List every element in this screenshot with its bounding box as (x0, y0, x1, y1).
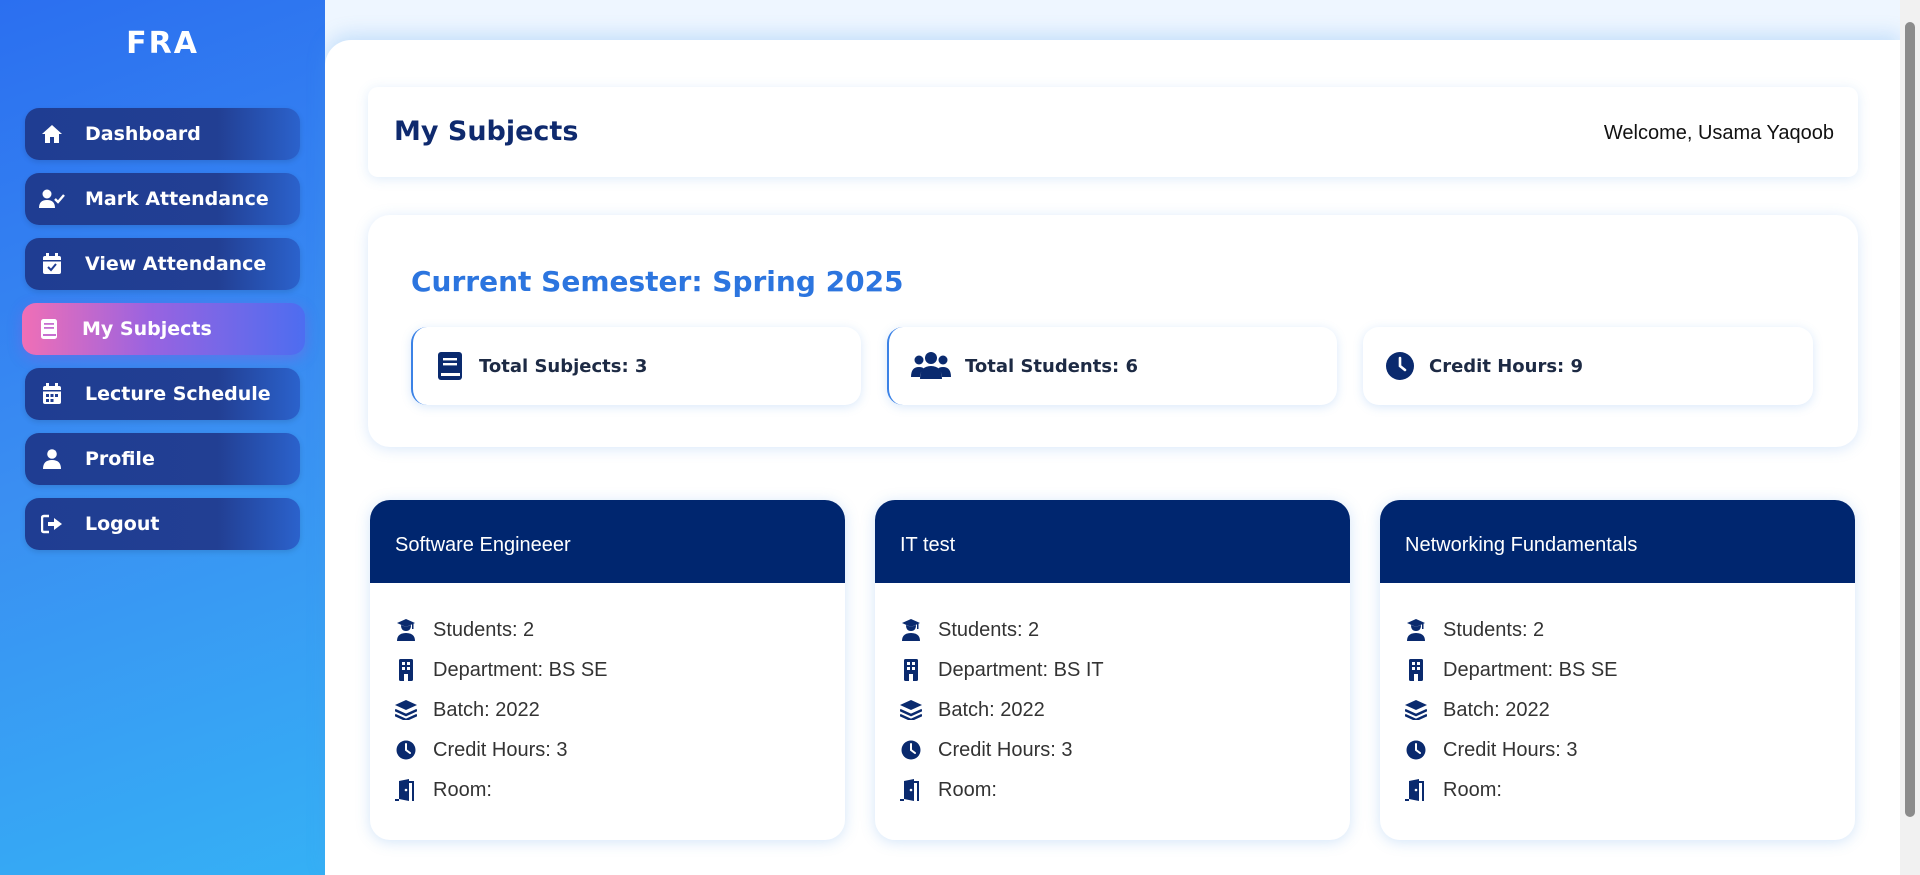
stat-label: Total Subjects: 3 (479, 355, 648, 377)
sidebar-item-lecture-schedule[interactable]: Lecture Schedule (25, 368, 300, 420)
sidebar-item-profile[interactable]: Profile (25, 433, 300, 485)
clock-icon (1385, 350, 1415, 382)
users-icon (911, 350, 951, 382)
graduate-icon (1405, 619, 1427, 641)
clock-icon (395, 739, 417, 761)
subject-students: Students: 2 (1443, 618, 1545, 641)
book-icon (36, 316, 62, 342)
door-icon (900, 779, 922, 801)
sidebar-item-label: My Subjects (82, 318, 212, 340)
clock-icon (900, 739, 922, 761)
sidebar-nav: Dashboard Mark Attendance View Attendanc… (22, 108, 305, 563)
brand-logo: FRA (126, 26, 199, 61)
subject-department: Department: BS IT (938, 658, 1104, 681)
subject-batch: Batch: 2022 (938, 698, 1045, 721)
sidebar-item-dashboard[interactable]: Dashboard (25, 108, 300, 160)
subject-credit-hours: Credit Hours: 3 (1443, 738, 1578, 761)
subject-credit-hours: Credit Hours: 3 (433, 738, 568, 761)
graduate-icon (900, 619, 922, 641)
sidebar-item-mark-attendance[interactable]: Mark Attendance (25, 173, 300, 225)
subject-department: Department: BS SE (433, 658, 608, 681)
subject-title: Software Engineeer (370, 500, 845, 583)
subject-students: Students: 2 (433, 618, 535, 641)
subject-students: Students: 2 (938, 618, 1040, 641)
stat-credit-hours: Credit Hours: 9 (1363, 327, 1813, 405)
subject-credit-hours: Credit Hours: 3 (938, 738, 1073, 761)
graduate-icon (395, 619, 417, 641)
subject-room: Room: (433, 778, 492, 801)
subject-card[interactable]: Networking Fundamentals Students: 2 Depa… (1380, 500, 1855, 840)
semester-title: Current Semester: Spring 2025 (411, 265, 904, 298)
main-content: My Subjects Welcome, Usama Yaqoob Curren… (325, 40, 1900, 875)
page-title: My Subjects (394, 116, 579, 147)
sidebar-item-label: Logout (85, 513, 160, 535)
stat-total-subjects: Total Subjects: 3 (411, 327, 861, 405)
sidebar-item-label: Lecture Schedule (85, 383, 271, 405)
stat-total-students: Total Students: 6 (887, 327, 1337, 405)
welcome-text: Welcome, Usama Yaqoob (1603, 122, 1834, 144)
scrollbar-thumb[interactable] (1905, 22, 1915, 817)
page-scrollbar[interactable] (1900, 0, 1920, 875)
subject-title: Networking Fundamentals (1380, 500, 1855, 583)
stat-label: Credit Hours: 9 (1429, 355, 1584, 377)
building-icon (395, 659, 417, 681)
subject-department: Department: BS SE (1443, 658, 1618, 681)
sidebar-item-view-attendance[interactable]: View Attendance (25, 238, 300, 290)
door-icon (395, 779, 417, 801)
sidebar-item-logout[interactable]: Logout (25, 498, 300, 550)
home-icon (39, 121, 65, 147)
layers-icon (900, 699, 922, 721)
logout-icon (39, 511, 65, 537)
stat-label: Total Students: 6 (965, 355, 1139, 377)
subject-batch: Batch: 2022 (1443, 698, 1550, 721)
user-check-icon (39, 186, 65, 212)
calendar-icon (39, 381, 65, 407)
sidebar-item-my-subjects[interactable]: My Subjects (22, 303, 305, 355)
sidebar-item-label: Profile (85, 448, 155, 470)
sidebar-item-label: Dashboard (85, 123, 201, 145)
sidebar-item-label: View Attendance (85, 253, 267, 275)
sidebar: FRA Dashboard Mark Attendance View Atten… (0, 0, 325, 875)
subject-card[interactable]: IT test Students: 2 Department: BS IT Ba… (875, 500, 1350, 840)
page-header: My Subjects Welcome, Usama Yaqoob (368, 87, 1858, 177)
subject-room: Room: (938, 778, 997, 801)
calendar-check-icon (39, 251, 65, 277)
user-icon (39, 446, 65, 472)
subject-room: Room: (1443, 778, 1502, 801)
sidebar-item-label: Mark Attendance (85, 188, 269, 210)
layers-icon (395, 699, 417, 721)
subject-card[interactable]: Software Engineeer Students: 2 Departmen… (370, 500, 845, 840)
layers-icon (1405, 699, 1427, 721)
semester-summary-card: Current Semester: Spring 2025 Total Subj… (368, 215, 1858, 447)
building-icon (900, 659, 922, 681)
subject-batch: Batch: 2022 (433, 698, 540, 721)
subject-title: IT test (875, 500, 1350, 583)
building-icon (1405, 659, 1427, 681)
book-icon (435, 350, 465, 382)
clock-icon (1405, 739, 1427, 761)
door-icon (1405, 779, 1427, 801)
